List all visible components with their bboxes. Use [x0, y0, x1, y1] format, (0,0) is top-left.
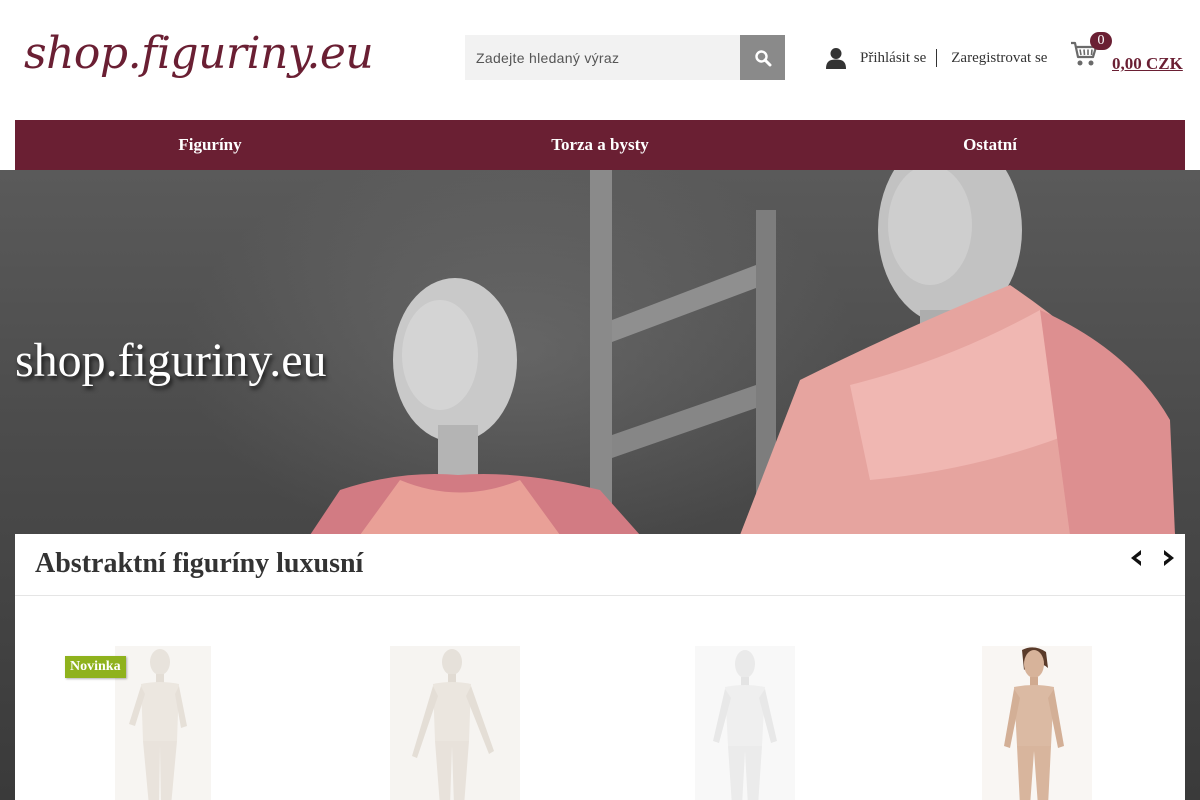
cart-widget[interactable]: 0 0,00 CZK — [1070, 32, 1190, 80]
main-navigation: Figuríny Torza a bysty Ostatní — [15, 120, 1185, 170]
product-image-white-mannequin-2[interactable] — [360, 646, 560, 800]
carousel-header: Abstraktní figuríny luxusní — [15, 534, 1185, 596]
site-header: shop.figuriny.eu Přihlásit se Zaregistro… — [0, 0, 1200, 120]
nav-item-figuriny[interactable]: Figuríny — [15, 120, 405, 170]
search-input[interactable] — [465, 35, 740, 80]
search-button[interactable] — [740, 35, 785, 80]
cart-count-badge: 0 — [1090, 32, 1112, 50]
product-list: Novinka — [15, 596, 1185, 800]
account-links: Přihlásit se Zaregistrovat se — [826, 46, 1047, 70]
register-link[interactable]: Zaregistrovat se — [937, 49, 1047, 67]
user-icon — [826, 48, 846, 69]
hero-title: shop.figuriny.eu — [15, 334, 327, 387]
search-bar — [465, 35, 785, 80]
cart-total[interactable]: 0,00 CZK — [1112, 54, 1183, 74]
nav-item-ostatni[interactable]: Ostatní — [795, 120, 1185, 170]
site-logo[interactable]: shop.figuriny.eu — [24, 28, 374, 79]
login-link[interactable]: Přihlásit se — [860, 49, 938, 67]
section-title: Abstraktní figuríny luxusní — [35, 548, 364, 579]
products-carousel: Abstraktní figuríny luxusní Novinka — [15, 534, 1185, 800]
nav-item-torza-a-bysty[interactable]: Torza a bysty — [405, 120, 795, 170]
product-image-skin-tone-mannequin[interactable] — [930, 646, 1130, 800]
carousel-next-button[interactable] — [1158, 548, 1178, 568]
carousel-prev-button[interactable] — [1127, 548, 1147, 568]
search-icon — [754, 49, 771, 66]
new-product-badge: Novinka — [65, 656, 126, 678]
product-image-white-mannequin-3[interactable] — [645, 646, 845, 800]
